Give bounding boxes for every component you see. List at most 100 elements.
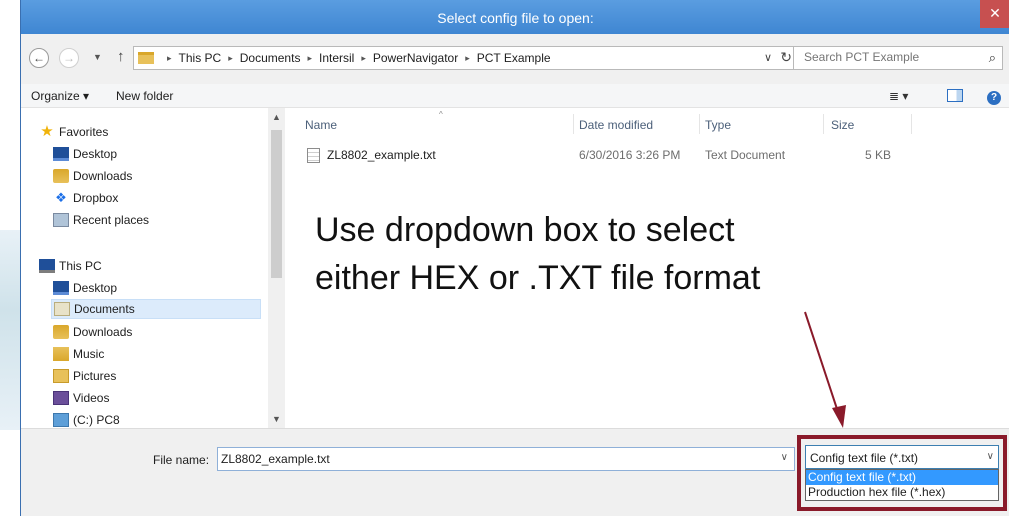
sidebar-item-label: This PC — [59, 259, 102, 273]
text-file-icon — [307, 148, 320, 163]
preview-pane-icon — [947, 89, 963, 102]
sidebar-item-pc-desktop[interactable]: Desktop — [53, 278, 117, 298]
recent-places-icon — [53, 213, 69, 227]
downloads-icon — [53, 325, 69, 339]
sidebar-item-label: Music — [73, 347, 105, 361]
column-header-type[interactable]: Type — [705, 118, 731, 134]
forward-button[interactable]: → — [59, 48, 79, 68]
sidebar-item-label: Videos — [73, 391, 110, 405]
sidebar-item-label: Desktop — [73, 147, 118, 161]
navigation-pane: ★ Favorites Desktop Downloads ❖ Dropbox … — [21, 108, 287, 428]
back-button[interactable]: ← — [29, 48, 49, 68]
chevron-right-icon[interactable]: ▸ — [228, 53, 233, 64]
sidebar-item-music[interactable]: Music — [53, 344, 104, 364]
command-bar: Organize ▾ New folder ≣ ▾ ? — [21, 84, 1009, 108]
chevron-down-icon[interactable]: ▼ — [272, 414, 281, 424]
scroll-thumb[interactable] — [271, 130, 282, 278]
file-type-option-txt[interactable]: Config text file (*.txt) — [806, 470, 998, 485]
file-type-cell: Text Document — [705, 148, 786, 162]
breadcrumb-pct-example[interactable]: PCT Example — [477, 51, 551, 65]
sidebar-item-label: Favorites — [59, 125, 109, 139]
preview-pane-button[interactable] — [947, 89, 963, 105]
annotation-line-2: either HEX or .TXT file format — [315, 259, 761, 297]
sidebar-item-favorites[interactable]: ★ Favorites — [39, 122, 108, 142]
drive-icon — [53, 413, 69, 427]
breadcrumb-intersil[interactable]: Intersil — [319, 51, 354, 65]
breadcrumb-powernavigator[interactable]: PowerNavigator — [373, 51, 458, 65]
organize-menu[interactable]: Organize ▾ — [31, 89, 89, 103]
file-type-select[interactable]: Config text file (*.txt) ∨ — [805, 445, 999, 469]
chevron-up-icon[interactable]: ▲ — [272, 112, 281, 122]
documents-icon — [54, 302, 70, 316]
file-name-cell[interactable]: ZL8802_example.txt — [327, 148, 436, 166]
navigation-scrollbar[interactable]: ▲ ▼ — [268, 108, 285, 428]
column-divider[interactable] — [823, 114, 824, 134]
chevron-down-icon[interactable]: ∨ — [987, 451, 994, 462]
chevron-right-icon[interactable]: ▸ — [307, 53, 312, 64]
column-divider[interactable] — [911, 114, 912, 134]
column-divider[interactable] — [699, 114, 700, 134]
sort-ascending-icon: ^ — [439, 110, 443, 119]
breadcrumb-this-pc[interactable]: This PC — [179, 51, 222, 65]
file-type-dropdown-list: Config text file (*.txt) Production hex … — [805, 469, 999, 501]
sidebar-item-label: Documents — [74, 302, 135, 316]
address-history-dropdown[interactable]: ∨ — [764, 51, 772, 64]
file-name-input[interactable] — [221, 452, 761, 466]
downloads-icon — [53, 169, 69, 183]
desktop-icon — [53, 147, 69, 161]
annotation-line-1: Use dropdown box to select — [315, 211, 735, 249]
help-icon: ? — [987, 91, 1001, 105]
column-header-name[interactable]: Name — [305, 118, 337, 134]
folder-icon — [138, 52, 154, 64]
sidebar-item-label: Downloads — [73, 325, 133, 339]
sidebar-item-drive-c[interactable]: (C:) PC8 — [53, 410, 120, 430]
search-icon[interactable]: ⌕ — [989, 50, 996, 66]
chevron-right-icon[interactable]: ▸ — [167, 53, 172, 64]
up-folder-button[interactable]: ↑ — [117, 48, 125, 65]
sidebar-item-label: Dropbox — [73, 191, 119, 205]
chevron-right-icon[interactable]: ▸ — [361, 53, 366, 64]
file-name-label: File name: — [153, 453, 210, 467]
chevron-right-icon[interactable]: ▸ — [465, 53, 470, 64]
sidebar-item-videos[interactable]: Videos — [53, 388, 109, 408]
file-type-selected-value: Config text file (*.txt) — [810, 451, 919, 465]
sidebar-item-this-pc[interactable]: This PC — [39, 256, 102, 276]
sidebar-item-dropbox[interactable]: ❖ Dropbox — [53, 188, 118, 208]
sidebar-item-label: Pictures — [73, 369, 117, 383]
sidebar-item-recent-places[interactable]: Recent places — [53, 210, 149, 230]
sidebar-item-label: Recent places — [73, 213, 150, 227]
search-input[interactable] — [804, 50, 974, 64]
bottom-panel: File name: ∨ Config text file (*.txt) ∨ … — [21, 428, 1009, 516]
sidebar-item-label: Downloads — [73, 169, 133, 183]
dropbox-icon: ❖ — [55, 190, 67, 205]
sidebar-item-downloads[interactable]: Downloads — [53, 166, 132, 186]
file-name-field[interactable]: ∨ — [217, 447, 795, 471]
breadcrumb-documents[interactable]: Documents — [240, 51, 301, 65]
close-button[interactable]: ✕ — [980, 0, 1009, 28]
address-bar[interactable]: ▸ This PC ▸ Documents ▸ Intersil ▸ Power… — [133, 46, 801, 70]
column-header-date-modified[interactable]: Date modified — [579, 118, 653, 134]
main-content: ★ Favorites Desktop Downloads ❖ Dropbox … — [21, 108, 1009, 428]
pictures-icon — [53, 369, 69, 383]
sidebar-item-desktop[interactable]: Desktop — [53, 144, 117, 164]
address-row: ← → ▼ ↑ ▸ This PC ▸ Documents ▸ Intersil… — [21, 34, 1009, 84]
refresh-icon[interactable]: ↻ — [780, 49, 792, 66]
file-type-highlight: Config text file (*.txt) ∨ Config text f… — [797, 435, 1007, 511]
file-type-option-hex[interactable]: Production hex file (*.hex) — [806, 485, 998, 500]
new-folder-button[interactable]: New folder — [116, 89, 173, 103]
view-menu-icon[interactable]: ≣ ▾ — [889, 89, 908, 103]
sidebar-item-documents[interactable]: Documents — [51, 299, 261, 319]
music-icon — [53, 347, 69, 361]
column-header-label: Name — [305, 118, 338, 132]
help-button[interactable]: ? — [987, 89, 1001, 105]
sidebar-item-pictures[interactable]: Pictures — [53, 366, 116, 386]
dialog-title: Select config file to open: — [437, 10, 594, 26]
recent-locations-dropdown[interactable]: ▼ — [93, 52, 102, 62]
search-box[interactable]: ⌕ — [793, 46, 1003, 70]
chevron-down-icon[interactable]: ∨ — [781, 452, 788, 463]
column-header-size[interactable]: Size — [831, 118, 854, 134]
file-list: Name ^ Date modified Type Size ZL8802_ex… — [287, 108, 1009, 428]
sidebar-item-pc-downloads[interactable]: Downloads — [53, 322, 132, 342]
column-divider[interactable] — [573, 114, 574, 134]
file-date-cell: 6/30/2016 3:26 PM — [579, 148, 681, 162]
